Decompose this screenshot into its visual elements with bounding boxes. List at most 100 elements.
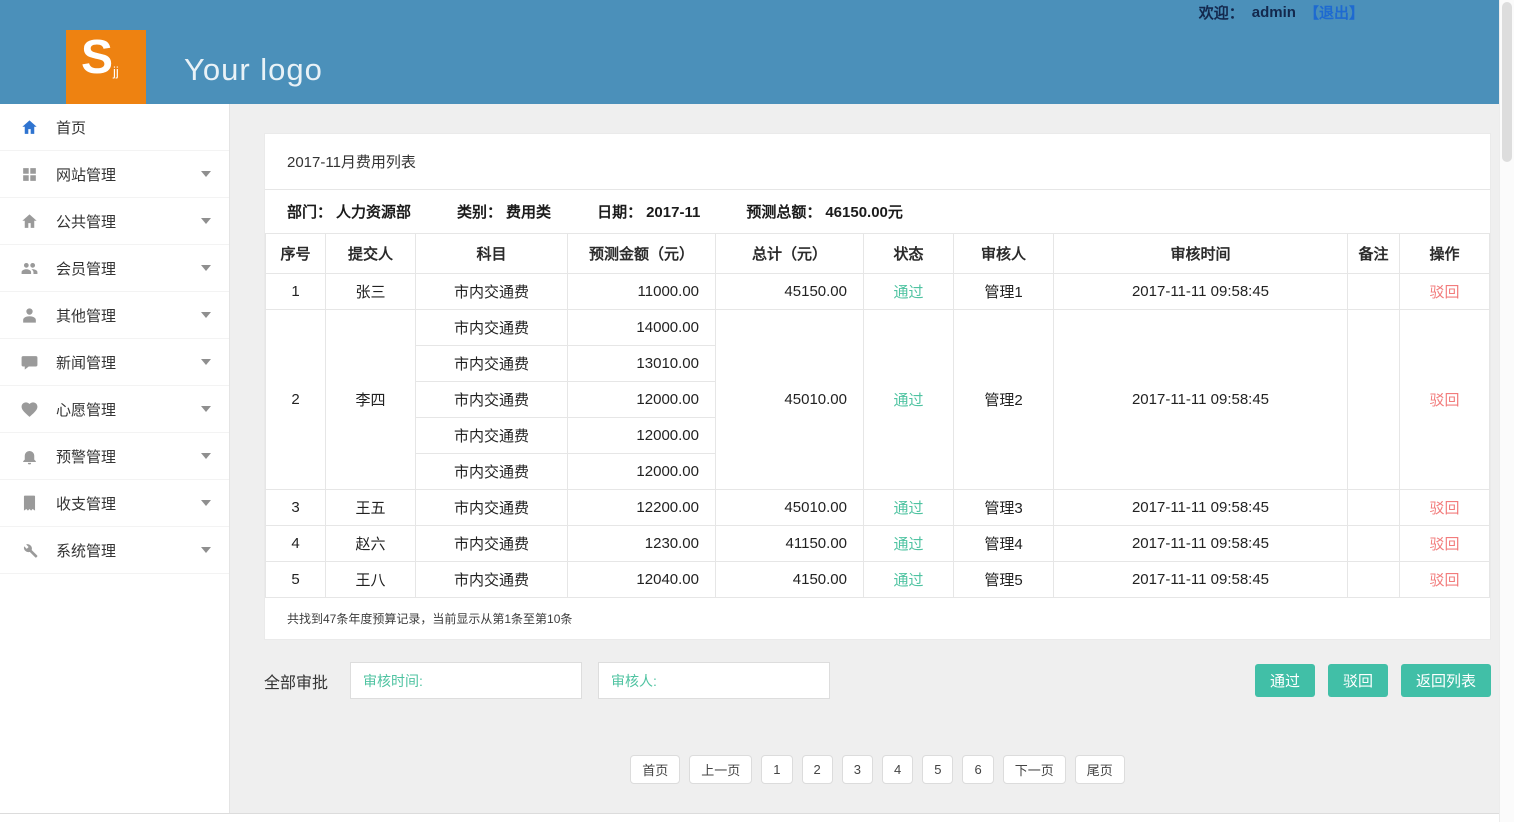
status-cell: 通过 xyxy=(864,562,954,598)
chevron-down-icon xyxy=(201,265,211,271)
status-pass-link[interactable]: 通过 xyxy=(893,500,923,517)
amount-cell: 12000.00 xyxy=(568,382,716,418)
chevron-down-icon xyxy=(201,547,211,553)
pagination-page-4[interactable]: 4 xyxy=(882,755,913,784)
sidebar-item-member-mgmt[interactable]: 会员管理 xyxy=(0,245,229,292)
submitter-cell: 张三 xyxy=(326,274,416,310)
audit-time-cell: 2017-11-11 09:58:45 xyxy=(1054,526,1348,562)
sidebar-item-other-mgmt[interactable]: 其他管理 xyxy=(0,292,229,339)
sidebar-item-home[interactable]: 首页 xyxy=(0,104,229,151)
bell-icon xyxy=(20,446,42,466)
chevron-down-icon xyxy=(201,171,211,177)
sidebar-item-warning-mgmt[interactable]: 预警管理 xyxy=(0,433,229,480)
sidebar-item-finance-mgmt[interactable]: 收支管理 xyxy=(0,480,229,527)
reject-link[interactable]: 驳回 xyxy=(1429,284,1459,301)
subject-cell: 市内交通费 xyxy=(416,274,568,310)
user-icon xyxy=(20,305,42,325)
submitter-cell: 李四 xyxy=(326,310,416,490)
auditor-cell: 管理5 xyxy=(954,562,1054,598)
expense-table-body: 1张三市内交通费11000.0045150.00通过管理12017-11-11 … xyxy=(266,274,1490,598)
auditor-input[interactable] xyxy=(598,662,830,699)
column-header: 操作 xyxy=(1400,234,1490,274)
action-cell: 驳回 xyxy=(1400,490,1490,526)
grid-icon xyxy=(20,164,42,184)
column-header: 审核人 xyxy=(954,234,1054,274)
row-no: 2 xyxy=(266,310,326,490)
logo: S jj xyxy=(66,30,146,104)
reject-link[interactable]: 驳回 xyxy=(1429,572,1459,589)
auditor-cell: 管理3 xyxy=(954,490,1054,526)
chat-icon xyxy=(20,352,42,372)
category-label: 类别： xyxy=(457,204,502,221)
auditor-cell: 管理1 xyxy=(954,274,1054,310)
total-cell: 41150.00 xyxy=(716,526,864,562)
expense-table: 序号提交人科目预测金额（元）总计（元）状态审核人审核时间备注操作 1张三市内交通… xyxy=(265,233,1490,598)
sidebar: 首页 网站管理 公共管理 会员管理 其他管理 新闻管理 xyxy=(0,104,230,813)
category-value: 费用类 xyxy=(506,204,551,221)
pass-all-button[interactable]: 通过 xyxy=(1255,664,1315,697)
welcome-label: 欢迎： xyxy=(1199,2,1244,23)
back-to-list-button[interactable]: 返回列表 xyxy=(1401,664,1491,697)
heart-icon xyxy=(20,399,42,419)
pagination-prev[interactable]: 上一页 xyxy=(689,755,752,784)
total-cell: 4150.00 xyxy=(716,562,864,598)
date-label: 日期： xyxy=(597,204,642,221)
amount-cell: 12000.00 xyxy=(568,418,716,454)
panel-title: 2017-11月费用列表 xyxy=(265,134,1490,190)
logo-text: Your logo xyxy=(184,52,323,88)
logout-link[interactable]: 【退出】 xyxy=(1304,2,1364,23)
forecast-total-label: 预测总额： xyxy=(746,204,821,221)
row-no: 1 xyxy=(266,274,326,310)
status-cell: 通过 xyxy=(864,274,954,310)
status-cell: 通过 xyxy=(864,490,954,526)
action-cell: 驳回 xyxy=(1400,526,1490,562)
reject-link[interactable]: 驳回 xyxy=(1429,500,1459,517)
status-pass-link[interactable]: 通过 xyxy=(893,392,923,409)
sidebar-item-website-mgmt[interactable]: 网站管理 xyxy=(0,151,229,198)
users-icon xyxy=(20,258,42,278)
scrollbar-thumb[interactable] xyxy=(1502,2,1512,162)
sidebar-item-news-mgmt[interactable]: 新闻管理 xyxy=(0,339,229,386)
sidebar-item-public-mgmt[interactable]: 公共管理 xyxy=(0,198,229,245)
status-pass-link[interactable]: 通过 xyxy=(893,284,923,301)
auditor-cell: 管理2 xyxy=(954,310,1054,490)
chevron-down-icon xyxy=(201,218,211,224)
house-icon xyxy=(20,211,42,231)
action-cell: 驳回 xyxy=(1400,274,1490,310)
record-count-text: 共找到47条年度预算记录，当前显示从第1条至第10条 xyxy=(265,598,1490,639)
row-no: 4 xyxy=(266,526,326,562)
expense-table-head-row: 序号提交人科目预测金额（元）总计（元）状态审核人审核时间备注操作 xyxy=(266,234,1490,274)
pagination-next[interactable]: 下一页 xyxy=(1003,755,1066,784)
category-field: 类别：费用类 xyxy=(457,201,555,222)
pagination-page-1[interactable]: 1 xyxy=(761,755,792,784)
reject-link[interactable]: 驳回 xyxy=(1429,536,1459,553)
reject-link[interactable]: 驳回 xyxy=(1429,392,1459,409)
sidebar-item-wish-mgmt[interactable]: 心愿管理 xyxy=(0,386,229,433)
audit-time-input[interactable] xyxy=(350,662,582,699)
column-header: 科目 xyxy=(416,234,568,274)
amount-cell: 11000.00 xyxy=(568,274,716,310)
pagination-first[interactable]: 首页 xyxy=(630,755,680,784)
column-header: 备注 xyxy=(1348,234,1400,274)
pagination-page-2[interactable]: 2 xyxy=(802,755,833,784)
pagination-page-6[interactable]: 6 xyxy=(962,755,993,784)
pagination-page-5[interactable]: 5 xyxy=(922,755,953,784)
status-pass-link[interactable]: 通过 xyxy=(893,572,923,589)
sidebar-item-label: 其他管理 xyxy=(56,305,116,326)
sidebar-item-label: 收支管理 xyxy=(56,493,116,514)
subject-cell: 市内交通费 xyxy=(416,382,568,418)
row-no: 5 xyxy=(266,562,326,598)
remark-cell xyxy=(1348,490,1400,526)
sidebar-item-system-mgmt[interactable]: 系统管理 xyxy=(0,527,229,574)
remark-cell xyxy=(1348,310,1400,490)
reject-all-button[interactable]: 驳回 xyxy=(1328,664,1388,697)
chevron-down-icon xyxy=(201,453,211,459)
column-header: 预测金额（元） xyxy=(568,234,716,274)
column-header: 提交人 xyxy=(326,234,416,274)
pagination-last[interactable]: 尾页 xyxy=(1075,755,1125,784)
amount-cell: 14000.00 xyxy=(568,310,716,346)
chevron-down-icon xyxy=(201,500,211,506)
status-pass-link[interactable]: 通过 xyxy=(893,536,923,553)
pagination-page-3[interactable]: 3 xyxy=(842,755,873,784)
scrollbar-track[interactable] xyxy=(1499,0,1514,822)
